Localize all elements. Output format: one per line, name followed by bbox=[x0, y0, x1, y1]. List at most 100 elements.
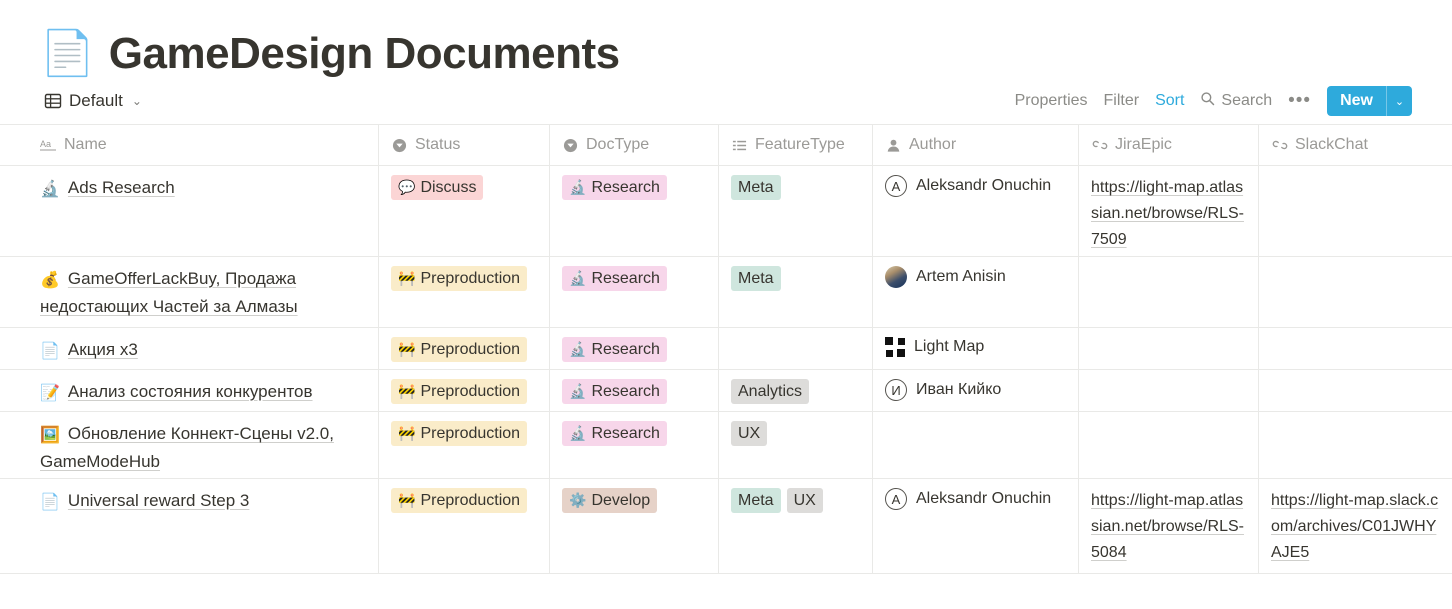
cell-author[interactable]: Artem Anisin bbox=[873, 257, 1079, 327]
tag-label: Research bbox=[591, 423, 659, 444]
table-row[interactable]: 🔬Ads Research💬Discuss🔬ResearchMetaAAleks… bbox=[0, 166, 1452, 257]
table-row[interactable]: 🖼️Обновление Коннект-Сцены v2.0, GameMod… bbox=[0, 412, 1452, 479]
cell-name[interactable]: 🔬Ads Research bbox=[0, 166, 379, 256]
tag-emoji-icon: 🔬 bbox=[569, 177, 586, 198]
more-options-button[interactable]: ••• bbox=[1288, 96, 1311, 106]
cell-featuretype[interactable]: Meta bbox=[719, 257, 873, 327]
cell-status[interactable]: 🚧Preproduction bbox=[379, 412, 550, 478]
table-row[interactable]: 📝 Анализ состояния конкурентов 🚧Preproduct… bbox=[0, 370, 1452, 412]
column-header-slackchat[interactable]: SlackChat bbox=[1259, 125, 1452, 165]
multiselect-icon bbox=[731, 137, 748, 154]
cell-slackchat[interactable]: https://light-map.slack.com/archives/C01… bbox=[1259, 479, 1452, 573]
cell-doctype[interactable]: ⚙️Develop bbox=[550, 479, 719, 573]
cell-name[interactable]: 🖼️Обновление Коннект-Сцены v2.0, GameMod… bbox=[0, 412, 379, 478]
search-icon bbox=[1200, 91, 1215, 111]
new-button-label: New bbox=[1327, 86, 1386, 116]
cell-featuretype[interactable]: MetaUX bbox=[719, 479, 873, 573]
row-title-link[interactable]: Ads Research bbox=[68, 178, 175, 197]
cell-name[interactable]: 📄 Universal reward Step 3 bbox=[0, 479, 379, 573]
row-title-link[interactable]: Universal reward Step 3 bbox=[68, 491, 249, 510]
cell-author[interactable] bbox=[873, 412, 1079, 478]
author-name: Aleksandr Onuchin bbox=[916, 490, 1051, 508]
cell-status[interactable]: 🚧Preproduction bbox=[379, 370, 550, 411]
status-tag: 🚧Preproduction bbox=[391, 379, 527, 404]
slack-url-link[interactable]: https://light-map.slack.com/archives/C01… bbox=[1271, 488, 1442, 566]
column-header-doctype[interactable]: DocType bbox=[550, 125, 719, 165]
view-tab-default[interactable]: Default ⌄ bbox=[40, 88, 146, 114]
column-header-featuretype[interactable]: FeatureType bbox=[719, 125, 873, 165]
cell-status[interactable]: 🚧Preproduction bbox=[379, 328, 550, 369]
new-button-chevron-down-icon[interactable]: ⌄ bbox=[1386, 86, 1412, 116]
cell-slackchat[interactable] bbox=[1259, 166, 1452, 256]
properties-button[interactable]: Properties bbox=[1015, 92, 1088, 110]
row-title-link[interactable]: GameOfferLackBuy, Продажа недостающих Ча… bbox=[40, 269, 298, 316]
cell-author[interactable]: AAleksandr Onuchin bbox=[873, 166, 1079, 256]
cell-doctype[interactable]: 🔬Research bbox=[550, 370, 719, 411]
table-row[interactable]: 📄 Акция x3 🚧Preproduction🔬Research Light Ma… bbox=[0, 328, 1452, 370]
table-row[interactable]: 📄 Universal reward Step 3 🚧Preproduction⚙️… bbox=[0, 479, 1452, 574]
tag-emoji-icon: 🔬 bbox=[569, 423, 586, 444]
row-emoji-icon: 📝 bbox=[40, 385, 60, 402]
cell-author[interactable]: Light Map bbox=[873, 328, 1079, 369]
chevron-down-icon: ⌄ bbox=[132, 94, 142, 108]
search-button[interactable]: Search bbox=[1200, 91, 1272, 111]
author-name: Light Map bbox=[914, 338, 984, 356]
cell-slackchat[interactable] bbox=[1259, 328, 1452, 369]
cell-status[interactable]: 💬Discuss bbox=[379, 166, 550, 256]
cell-featuretype[interactable] bbox=[719, 328, 873, 369]
cell-name[interactable]: 📝 Анализ состояния конкурентов bbox=[0, 370, 379, 411]
column-header-slackchat-label: SlackChat bbox=[1295, 136, 1368, 154]
row-title-link[interactable]: Анализ состояния конкурентов bbox=[68, 382, 313, 401]
cell-name[interactable]: 💰GameOfferLackBuy, Продажа недостающих Ч… bbox=[0, 257, 379, 327]
jira-url-link[interactable]: https://light-map.atlassian.net/browse/R… bbox=[1091, 488, 1248, 566]
sort-button[interactable]: Sort bbox=[1155, 92, 1184, 110]
cell-status[interactable]: 🚧Preproduction bbox=[379, 257, 550, 327]
row-emoji-icon: 📄 bbox=[40, 494, 60, 511]
doctype-tag: 🔬Research bbox=[562, 175, 667, 200]
column-header-author[interactable]: Author bbox=[873, 125, 1079, 165]
cell-slackchat[interactable] bbox=[1259, 412, 1452, 478]
tag-emoji-icon: 🚧 bbox=[398, 381, 415, 402]
tag-label: Analytics bbox=[738, 381, 802, 402]
cell-slackchat[interactable] bbox=[1259, 370, 1452, 411]
row-title-link[interactable]: Акция x3 bbox=[68, 340, 138, 359]
jira-url-link[interactable]: https://light-map.atlassian.net/browse/R… bbox=[1091, 175, 1248, 253]
column-header-jiraepic[interactable]: JiraEpic bbox=[1079, 125, 1259, 165]
cell-doctype[interactable]: 🔬Research bbox=[550, 257, 719, 327]
filter-button[interactable]: Filter bbox=[1104, 92, 1140, 110]
cell-featuretype[interactable]: Analytics bbox=[719, 370, 873, 411]
cell-jiraepic[interactable]: https://light-map.atlassian.net/browse/R… bbox=[1079, 166, 1259, 256]
cell-jiraepic[interactable] bbox=[1079, 412, 1259, 478]
cell-featuretype[interactable]: UX bbox=[719, 412, 873, 478]
row-title-link[interactable]: Обновление Коннект-Сцены v2.0, GameModeH… bbox=[40, 424, 334, 471]
cell-featuretype[interactable]: Meta bbox=[719, 166, 873, 256]
table-row[interactable]: 💰GameOfferLackBuy, Продажа недостающих Ч… bbox=[0, 257, 1452, 328]
cell-jiraepic[interactable] bbox=[1079, 370, 1259, 411]
person-chip: AAleksandr Onuchin bbox=[885, 488, 1068, 510]
cell-jiraepic[interactable] bbox=[1079, 257, 1259, 327]
cell-jiraepic[interactable]: https://light-map.atlassian.net/browse/R… bbox=[1079, 479, 1259, 573]
avatar: A bbox=[885, 175, 907, 197]
row-emoji-icon: 📄 bbox=[40, 343, 60, 360]
column-header-status[interactable]: Status bbox=[379, 125, 550, 165]
cell-doctype[interactable]: 🔬Research bbox=[550, 166, 719, 256]
status-tag: 💬Discuss bbox=[391, 175, 483, 200]
new-button[interactable]: New ⌄ bbox=[1327, 86, 1412, 116]
cell-jiraepic[interactable] bbox=[1079, 328, 1259, 369]
cell-name[interactable]: 📄 Акция x3 bbox=[0, 328, 379, 369]
cell-doctype[interactable]: 🔬Research bbox=[550, 412, 719, 478]
cell-doctype[interactable]: 🔬Research bbox=[550, 328, 719, 369]
cell-status[interactable]: 🚧Preproduction bbox=[379, 479, 550, 573]
cell-slackchat[interactable] bbox=[1259, 257, 1452, 327]
tag-emoji-icon: 🚧 bbox=[398, 423, 415, 444]
status-tag: 🚧Preproduction bbox=[391, 266, 527, 291]
tag-label: Preproduction bbox=[420, 423, 520, 444]
cell-author[interactable]: AAleksandr Onuchin bbox=[873, 479, 1079, 573]
author-name: Иван Кийко bbox=[916, 381, 1001, 399]
page-facing-up-emoji: 📄 bbox=[40, 32, 95, 76]
column-header-name[interactable]: Aa Name bbox=[0, 125, 379, 165]
tag-label: UX bbox=[738, 423, 760, 444]
svg-text:Aa: Aa bbox=[40, 139, 51, 149]
person-chip: AAleksandr Onuchin bbox=[885, 175, 1068, 197]
cell-author[interactable]: ИИван Кийко bbox=[873, 370, 1079, 411]
